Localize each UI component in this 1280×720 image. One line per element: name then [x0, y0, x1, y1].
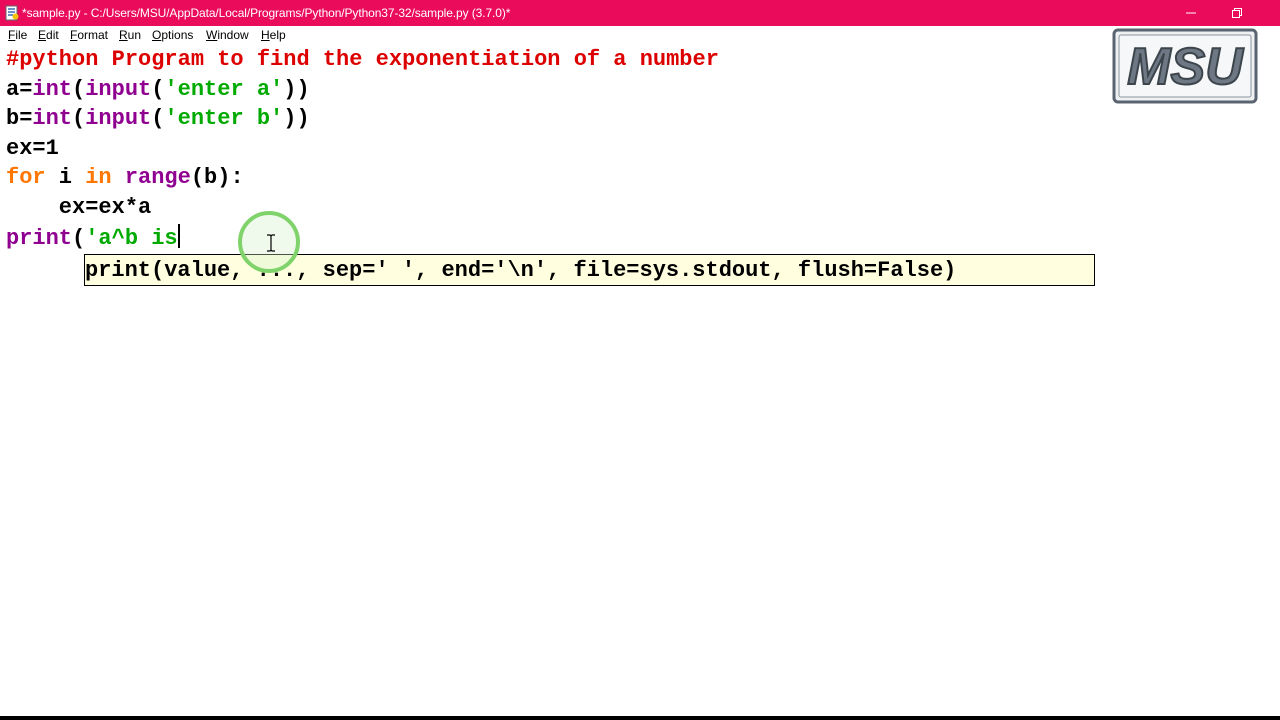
builtin-text: print	[6, 226, 73, 251]
code-line-2: a=int(input('enter a'))	[6, 76, 310, 104]
code-text: b=	[6, 106, 33, 131]
keyword-text: in	[85, 165, 112, 190]
code-editor[interactable]: #python Program to find the exponentiati…	[0, 46, 1280, 720]
menu-window[interactable]: Window	[206, 28, 249, 42]
code-line-4: ex=1	[6, 135, 59, 163]
menu-format[interactable]: Format	[70, 28, 108, 42]
builtin-text: int	[32, 77, 73, 102]
menu-file[interactable]: File	[8, 28, 27, 42]
menu-edit[interactable]: Edit	[38, 28, 59, 42]
code-line-3: b=int(input('enter b'))	[6, 105, 310, 133]
code-text: (	[72, 226, 86, 251]
text-caret	[177, 224, 180, 248]
menu-bar: File Edit Format Run Options Window Help	[0, 26, 1280, 46]
bottom-border	[0, 716, 1280, 720]
builtin-text: range	[124, 165, 191, 190]
menu-run[interactable]: Run	[119, 28, 141, 42]
window-title: *sample.py - C:/Users/MSU/AppData/Local/…	[22, 6, 511, 20]
menu-options[interactable]: Options	[152, 28, 193, 42]
python-idle-icon	[5, 5, 19, 21]
minimize-button[interactable]	[1168, 0, 1214, 26]
code-line-7: print('a^b is	[6, 224, 180, 253]
string-text: 'a^b is	[85, 226, 178, 251]
builtin-text: input	[85, 106, 152, 131]
code-line-1: #python Program to find the exponentiati…	[6, 46, 719, 74]
restore-button[interactable]	[1214, 0, 1260, 26]
string-text: 'enter b'	[164, 106, 284, 131]
comment-text: #python Program to find the exponentiati…	[6, 47, 719, 72]
code-text: (b):	[190, 165, 244, 190]
code-text: ex=ex*a	[6, 195, 152, 220]
msu-logo: MSU	[1112, 28, 1258, 104]
calltip-tooltip: print(value, ..., sep=' ', end='\n', fil…	[84, 254, 1095, 286]
string-text: 'enter a'	[164, 77, 284, 102]
code-text: (	[151, 106, 165, 131]
text-cursor-icon	[267, 234, 275, 252]
code-text: ))	[283, 106, 310, 131]
code-text: (	[151, 77, 165, 102]
code-line-6: ex=ex*a	[6, 194, 151, 222]
builtin-text: int	[32, 106, 73, 131]
code-text: ))	[283, 77, 310, 102]
keyword-text: for	[6, 165, 46, 190]
builtin-text: input	[85, 77, 152, 102]
code-text: i	[45, 165, 86, 190]
minimize-icon	[1186, 12, 1196, 14]
menu-help[interactable]: Help	[261, 28, 286, 42]
code-text: (	[72, 77, 86, 102]
code-line-5: for i in range(b):	[6, 164, 244, 192]
restore-icon	[1232, 8, 1242, 18]
code-text: ex=1	[6, 136, 59, 161]
title-bar: *sample.py - C:/Users/MSU/AppData/Local/…	[0, 0, 1280, 26]
svg-text:MSU: MSU	[1127, 38, 1244, 96]
code-text: (	[72, 106, 86, 131]
code-text: a=	[6, 77, 33, 102]
